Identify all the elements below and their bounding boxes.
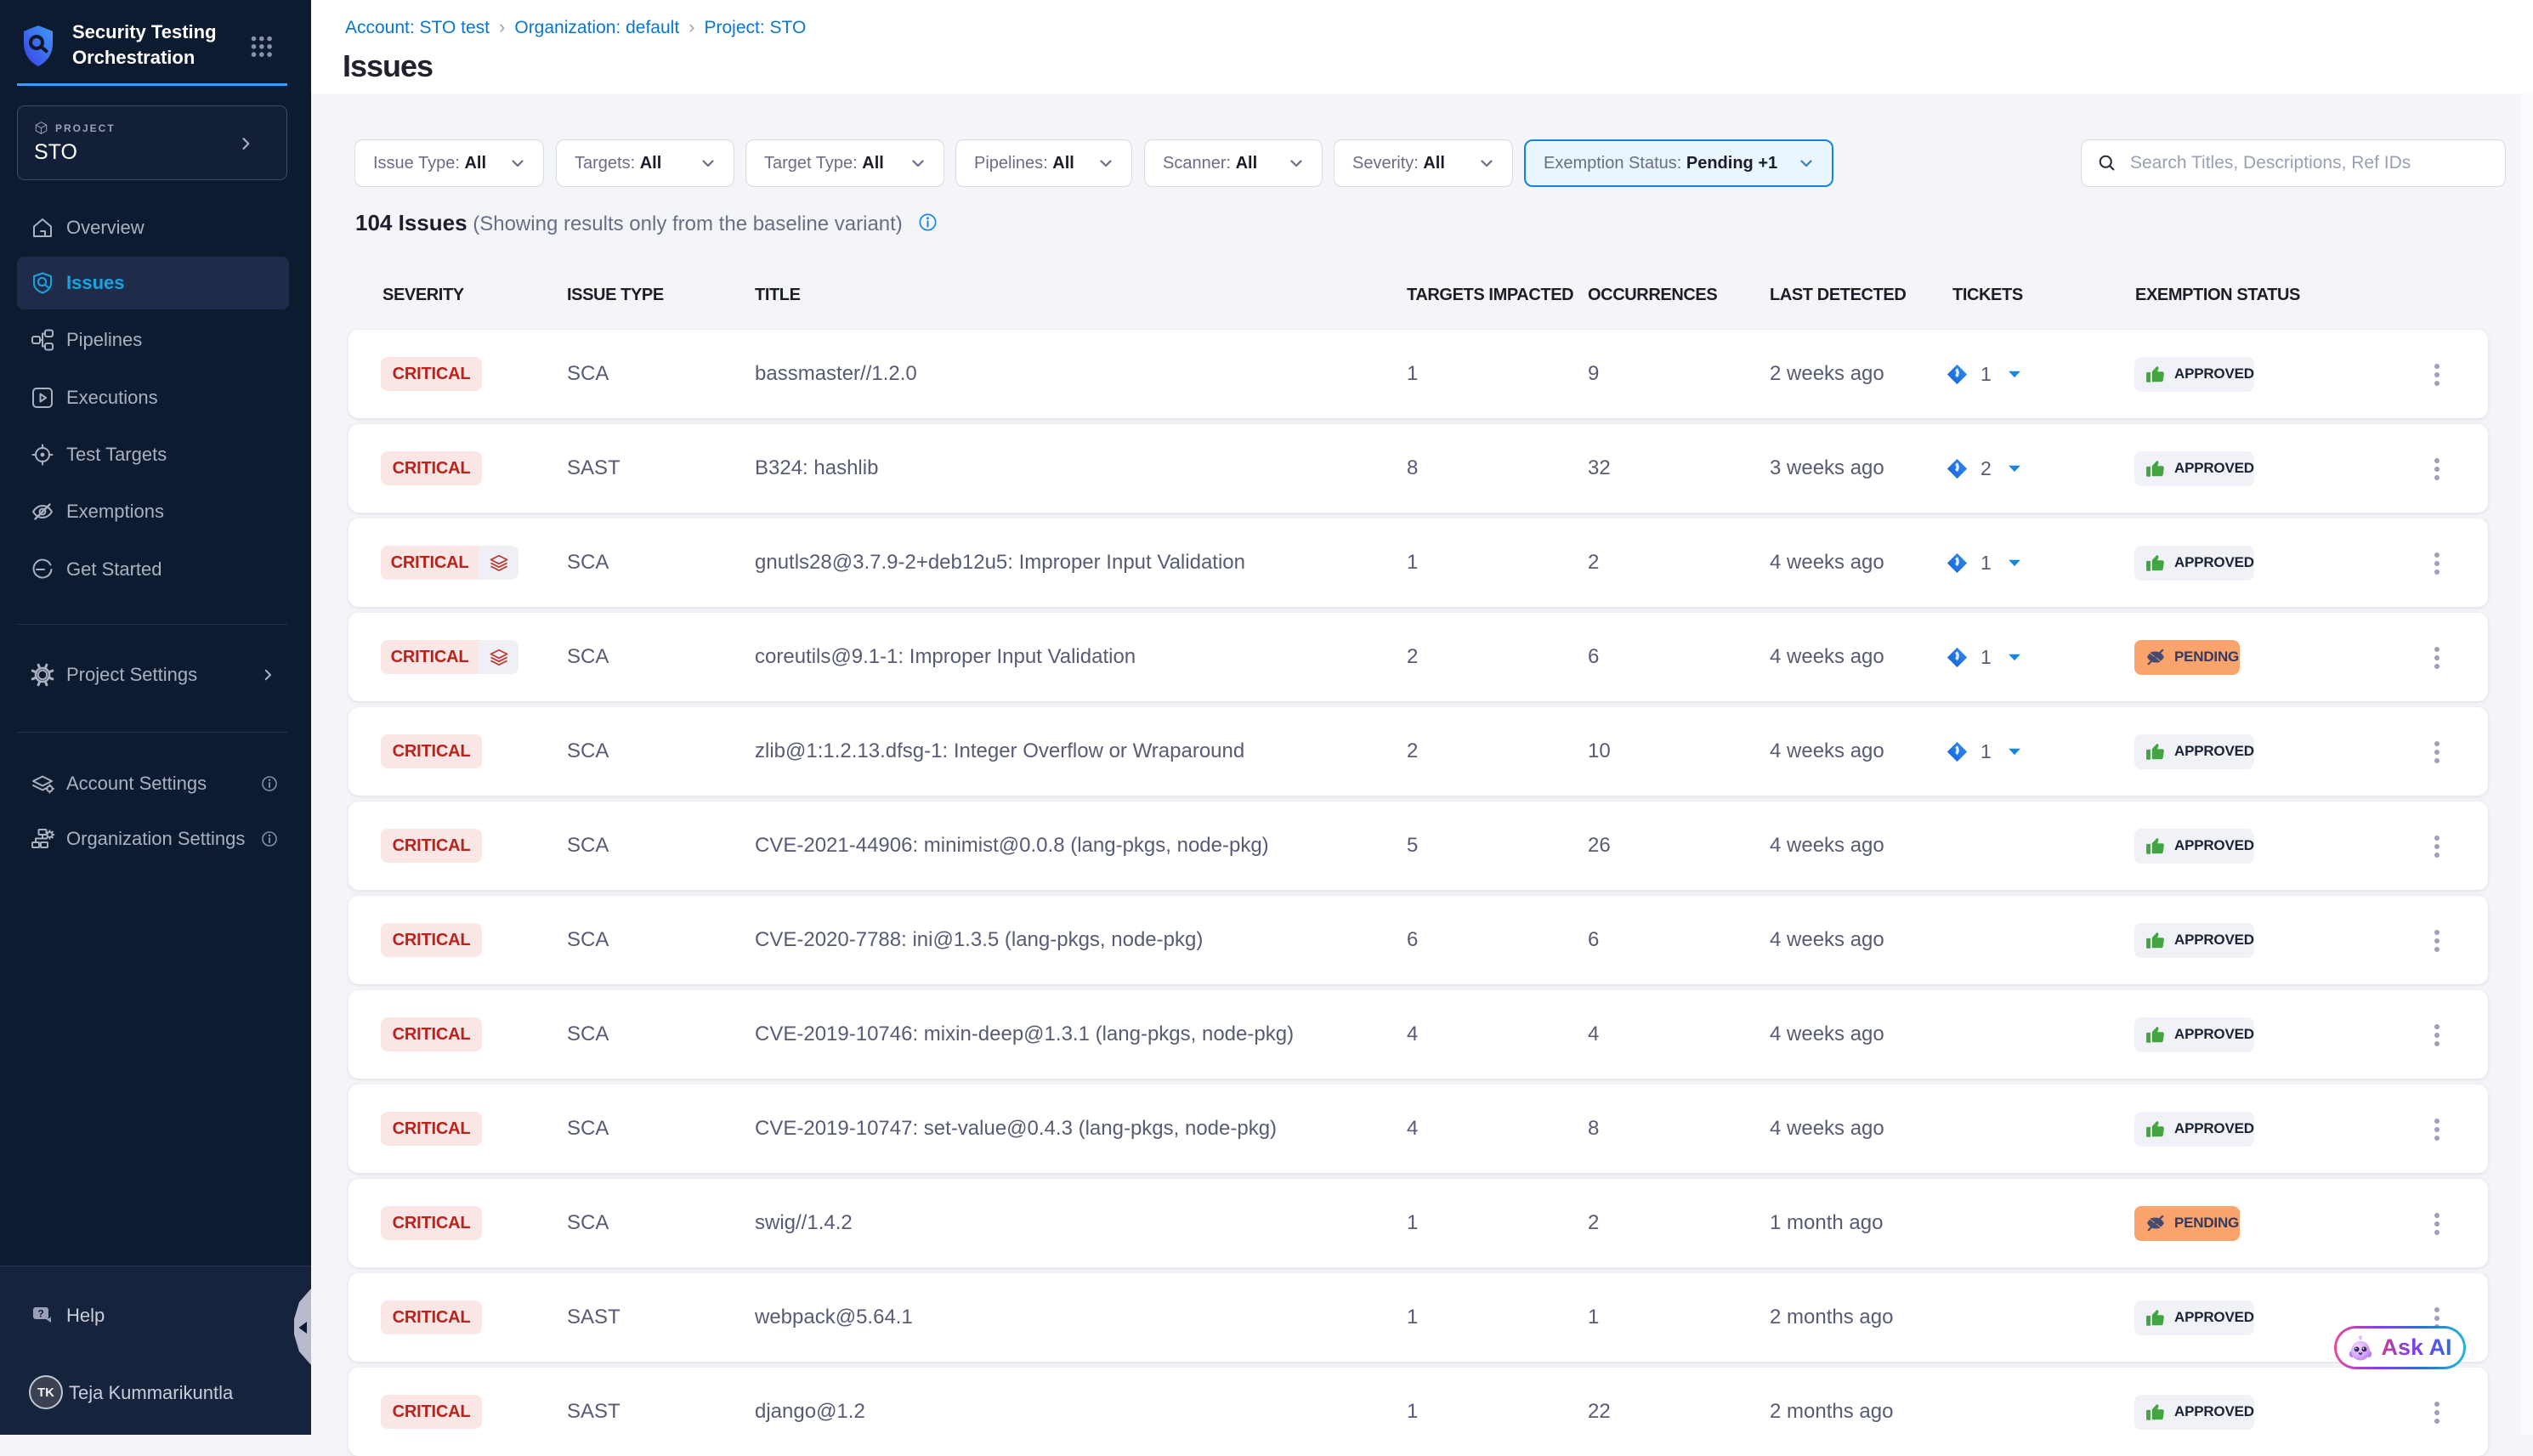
svg-text:?: ? [37, 1308, 43, 1320]
